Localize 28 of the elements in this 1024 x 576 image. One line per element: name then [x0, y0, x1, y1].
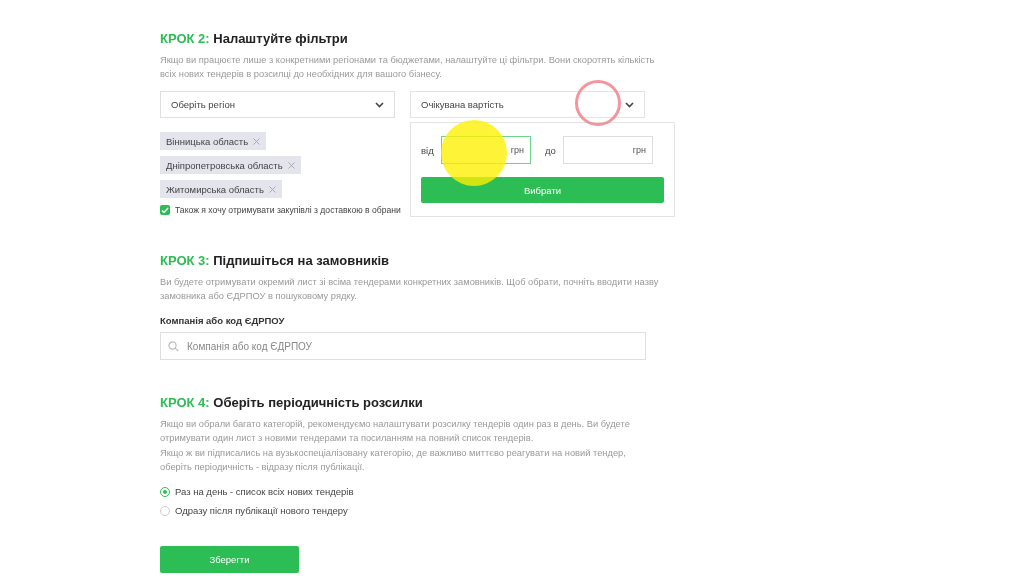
- step-heading: КРОК 2: Налаштуйте фільтри: [160, 31, 349, 46]
- value-select[interactable]: Очікувана вартість: [410, 91, 645, 118]
- search-icon: [168, 341, 179, 352]
- chevron-down-icon: [625, 101, 634, 108]
- click-ring: [575, 80, 621, 126]
- section-description: Ви будете отримувати окремий лист зі всіма тендерами конкретних замовників. Щоб обрати, почніть вводити назву замовника або ЄДРПОУ в пошуковому рядку.: [160, 276, 660, 303]
- from-label: від: [421, 144, 435, 156]
- to-label: до: [545, 144, 557, 156]
- checkbox[interactable]: [160, 205, 170, 215]
- radio-label: Одразу після публікації нового тендеру: [175, 505, 348, 516]
- checkbox-label: Також я хочу отримувати закупівлі з доставкою в обрани: [175, 205, 401, 215]
- radio-label: Раз на день - список всіх нових тендерів: [175, 486, 354, 497]
- close-icon[interactable]: [268, 185, 276, 193]
- tag-label: Вінницька область: [166, 135, 249, 147]
- step-heading: КРОК 3: Підпишіться на замовників: [160, 253, 391, 268]
- tag-label: Дніпропетровська область: [166, 159, 283, 171]
- search-field[interactable]: Компанія або код ЄДРПОУ: [160, 332, 646, 360]
- region-select[interactable]: Оберіть регіон: [160, 91, 395, 118]
- section-description: Якщо ви працюєте лише з конкретними регіонами та бюджетами, налаштуйте ці фільтри. Вони скоротять кількість всіх нових тендерів в розсилці до необхідних для вашого бізнесу.: [160, 54, 656, 81]
- tag-label: Житомирська область: [166, 183, 264, 195]
- chevron-down-icon: [375, 101, 384, 108]
- section-description: Якщо ж ви підписались на вузькоспеціалізовану категорію, де важливо миттєво реагувати на новий тендер, оберіть періодичність - відразу після публікації.: [160, 447, 627, 474]
- section-description: Якщо ви обрали багато категорій, рекомендуємо налаштувати розсилку тендерів один раз в день. Ви будете отримувати один лист з новими тендерами та посиланням на повний список тендерів.: [160, 418, 631, 445]
- step-heading: КРОК 4: Оберіть періодичність розсилки: [160, 395, 424, 410]
- close-icon[interactable]: [287, 161, 295, 169]
- close-icon[interactable]: [253, 137, 261, 145]
- field-label: Компанія або код ЄДРПОУ: [160, 315, 286, 326]
- to-input[interactable]: грн: [563, 136, 653, 164]
